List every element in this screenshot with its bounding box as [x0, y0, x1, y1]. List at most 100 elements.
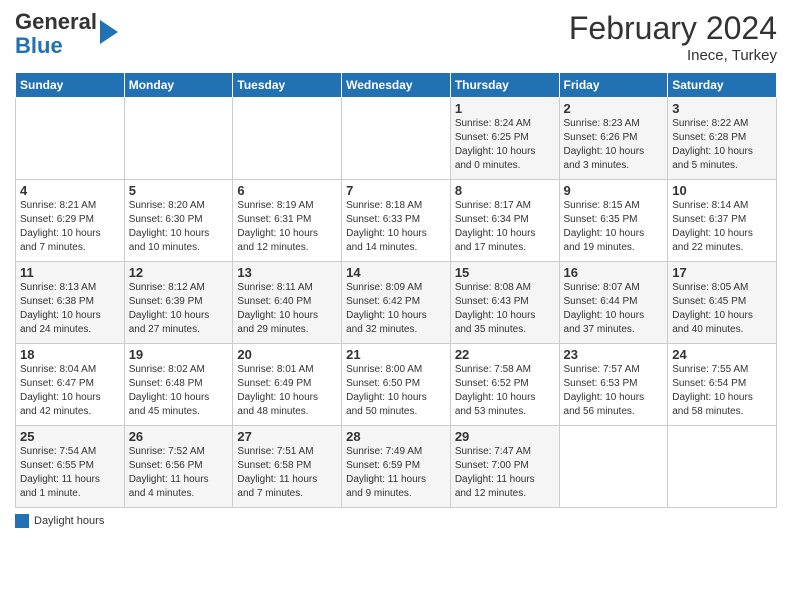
calendar-week-row: 1Sunrise: 8:24 AM Sunset: 6:25 PM Daylig… — [16, 98, 777, 180]
header-day: Friday — [559, 73, 668, 98]
calendar-day-cell: 27Sunrise: 7:51 AM Sunset: 6:58 PM Dayli… — [233, 426, 342, 508]
day-info: Sunrise: 8:04 AM Sunset: 6:47 PM Dayligh… — [20, 363, 120, 419]
calendar-day-cell — [233, 98, 342, 180]
month-title: February 2024 — [569, 10, 777, 47]
logo-arrow-icon — [100, 20, 118, 44]
day-info: Sunrise: 8:22 AM Sunset: 6:28 PM Dayligh… — [672, 117, 772, 173]
calendar-day-cell: 10Sunrise: 8:14 AM Sunset: 6:37 PM Dayli… — [668, 180, 777, 262]
calendar-day-cell: 28Sunrise: 7:49 AM Sunset: 6:59 PM Dayli… — [342, 426, 451, 508]
calendar-day-cell: 7Sunrise: 8:18 AM Sunset: 6:33 PM Daylig… — [342, 180, 451, 262]
header-day: Monday — [124, 73, 233, 98]
day-number: 23 — [564, 347, 664, 362]
day-number: 6 — [237, 183, 337, 198]
day-number: 21 — [346, 347, 446, 362]
calendar-day-cell — [124, 98, 233, 180]
logo-text-block: General Blue — [15, 10, 97, 58]
calendar-day-cell: 16Sunrise: 8:07 AM Sunset: 6:44 PM Dayli… — [559, 262, 668, 344]
day-info: Sunrise: 8:11 AM Sunset: 6:40 PM Dayligh… — [237, 281, 337, 337]
calendar-day-cell: 26Sunrise: 7:52 AM Sunset: 6:56 PM Dayli… — [124, 426, 233, 508]
day-number: 7 — [346, 183, 446, 198]
day-number: 5 — [129, 183, 229, 198]
day-number: 15 — [455, 265, 555, 280]
day-number: 22 — [455, 347, 555, 362]
day-info: Sunrise: 7:54 AM Sunset: 6:55 PM Dayligh… — [20, 445, 120, 501]
day-info: Sunrise: 7:55 AM Sunset: 6:54 PM Dayligh… — [672, 363, 772, 419]
calendar-day-cell: 5Sunrise: 8:20 AM Sunset: 6:30 PM Daylig… — [124, 180, 233, 262]
calendar-day-cell — [342, 98, 451, 180]
calendar-table: SundayMondayTuesdayWednesdayThursdayFrid… — [15, 72, 777, 508]
day-number: 20 — [237, 347, 337, 362]
day-number: 28 — [346, 429, 446, 444]
day-info: Sunrise: 7:52 AM Sunset: 6:56 PM Dayligh… — [129, 445, 229, 501]
calendar-day-cell: 4Sunrise: 8:21 AM Sunset: 6:29 PM Daylig… — [16, 180, 125, 262]
day-info: Sunrise: 8:13 AM Sunset: 6:38 PM Dayligh… — [20, 281, 120, 337]
logo-general: General — [15, 9, 97, 34]
day-info: Sunrise: 7:57 AM Sunset: 6:53 PM Dayligh… — [564, 363, 664, 419]
logo-blue: Blue — [15, 33, 63, 58]
calendar-day-cell: 14Sunrise: 8:09 AM Sunset: 6:42 PM Dayli… — [342, 262, 451, 344]
day-info: Sunrise: 8:12 AM Sunset: 6:39 PM Dayligh… — [129, 281, 229, 337]
day-info: Sunrise: 8:07 AM Sunset: 6:44 PM Dayligh… — [564, 281, 664, 337]
calendar-day-cell: 13Sunrise: 8:11 AM Sunset: 6:40 PM Dayli… — [233, 262, 342, 344]
day-number: 26 — [129, 429, 229, 444]
calendar-day-cell: 3Sunrise: 8:22 AM Sunset: 6:28 PM Daylig… — [668, 98, 777, 180]
day-number: 18 — [20, 347, 120, 362]
day-info: Sunrise: 8:14 AM Sunset: 6:37 PM Dayligh… — [672, 199, 772, 255]
footer: Daylight hours — [15, 514, 777, 528]
calendar-day-cell — [668, 426, 777, 508]
day-number: 3 — [672, 101, 772, 116]
calendar-day-cell — [16, 98, 125, 180]
header-day: Saturday — [668, 73, 777, 98]
day-info: Sunrise: 8:02 AM Sunset: 6:48 PM Dayligh… — [129, 363, 229, 419]
calendar-day-cell: 12Sunrise: 8:12 AM Sunset: 6:39 PM Dayli… — [124, 262, 233, 344]
day-number: 16 — [564, 265, 664, 280]
calendar-day-cell: 24Sunrise: 7:55 AM Sunset: 6:54 PM Dayli… — [668, 344, 777, 426]
calendar-day-cell — [559, 426, 668, 508]
calendar-week-row: 25Sunrise: 7:54 AM Sunset: 6:55 PM Dayli… — [16, 426, 777, 508]
calendar-day-cell: 23Sunrise: 7:57 AM Sunset: 6:53 PM Dayli… — [559, 344, 668, 426]
day-info: Sunrise: 8:18 AM Sunset: 6:33 PM Dayligh… — [346, 199, 446, 255]
day-number: 8 — [455, 183, 555, 198]
calendar-week-row: 18Sunrise: 8:04 AM Sunset: 6:47 PM Dayli… — [16, 344, 777, 426]
day-info: Sunrise: 7:51 AM Sunset: 6:58 PM Dayligh… — [237, 445, 337, 501]
calendar-day-cell: 17Sunrise: 8:05 AM Sunset: 6:45 PM Dayli… — [668, 262, 777, 344]
page-container: General Blue February 2024 Inece, Turkey… — [0, 0, 792, 538]
day-number: 25 — [20, 429, 120, 444]
calendar-day-cell: 8Sunrise: 8:17 AM Sunset: 6:34 PM Daylig… — [450, 180, 559, 262]
calendar-week-row: 4Sunrise: 8:21 AM Sunset: 6:29 PM Daylig… — [16, 180, 777, 262]
calendar-day-cell: 6Sunrise: 8:19 AM Sunset: 6:31 PM Daylig… — [233, 180, 342, 262]
day-info: Sunrise: 8:21 AM Sunset: 6:29 PM Dayligh… — [20, 199, 120, 255]
day-number: 2 — [564, 101, 664, 116]
legend-label: Daylight hours — [34, 515, 104, 527]
day-info: Sunrise: 7:49 AM Sunset: 6:59 PM Dayligh… — [346, 445, 446, 501]
day-info: Sunrise: 8:08 AM Sunset: 6:43 PM Dayligh… — [455, 281, 555, 337]
header-day: Thursday — [450, 73, 559, 98]
calendar-day-cell: 1Sunrise: 8:24 AM Sunset: 6:25 PM Daylig… — [450, 98, 559, 180]
calendar-week-row: 11Sunrise: 8:13 AM Sunset: 6:38 PM Dayli… — [16, 262, 777, 344]
day-number: 19 — [129, 347, 229, 362]
day-number: 17 — [672, 265, 772, 280]
day-info: Sunrise: 8:15 AM Sunset: 6:35 PM Dayligh… — [564, 199, 664, 255]
day-number: 13 — [237, 265, 337, 280]
calendar-day-cell: 22Sunrise: 7:58 AM Sunset: 6:52 PM Dayli… — [450, 344, 559, 426]
day-info: Sunrise: 8:23 AM Sunset: 6:26 PM Dayligh… — [564, 117, 664, 173]
title-block: February 2024 Inece, Turkey — [569, 10, 777, 64]
day-number: 9 — [564, 183, 664, 198]
calendar-day-cell: 19Sunrise: 8:02 AM Sunset: 6:48 PM Dayli… — [124, 344, 233, 426]
day-info: Sunrise: 7:47 AM Sunset: 7:00 PM Dayligh… — [455, 445, 555, 501]
day-info: Sunrise: 8:19 AM Sunset: 6:31 PM Dayligh… — [237, 199, 337, 255]
day-number: 27 — [237, 429, 337, 444]
calendar-day-cell: 25Sunrise: 7:54 AM Sunset: 6:55 PM Dayli… — [16, 426, 125, 508]
day-info: Sunrise: 8:20 AM Sunset: 6:30 PM Dayligh… — [129, 199, 229, 255]
location: Inece, Turkey — [569, 47, 777, 64]
day-info: Sunrise: 8:05 AM Sunset: 6:45 PM Dayligh… — [672, 281, 772, 337]
calendar-day-cell: 18Sunrise: 8:04 AM Sunset: 6:47 PM Dayli… — [16, 344, 125, 426]
calendar-day-cell: 15Sunrise: 8:08 AM Sunset: 6:43 PM Dayli… — [450, 262, 559, 344]
day-number: 11 — [20, 265, 120, 280]
day-info: Sunrise: 8:00 AM Sunset: 6:50 PM Dayligh… — [346, 363, 446, 419]
header-row: SundayMondayTuesdayWednesdayThursdayFrid… — [16, 73, 777, 98]
header-day: Tuesday — [233, 73, 342, 98]
calendar-day-cell: 11Sunrise: 8:13 AM Sunset: 6:38 PM Dayli… — [16, 262, 125, 344]
calendar-day-cell: 9Sunrise: 8:15 AM Sunset: 6:35 PM Daylig… — [559, 180, 668, 262]
day-number: 29 — [455, 429, 555, 444]
